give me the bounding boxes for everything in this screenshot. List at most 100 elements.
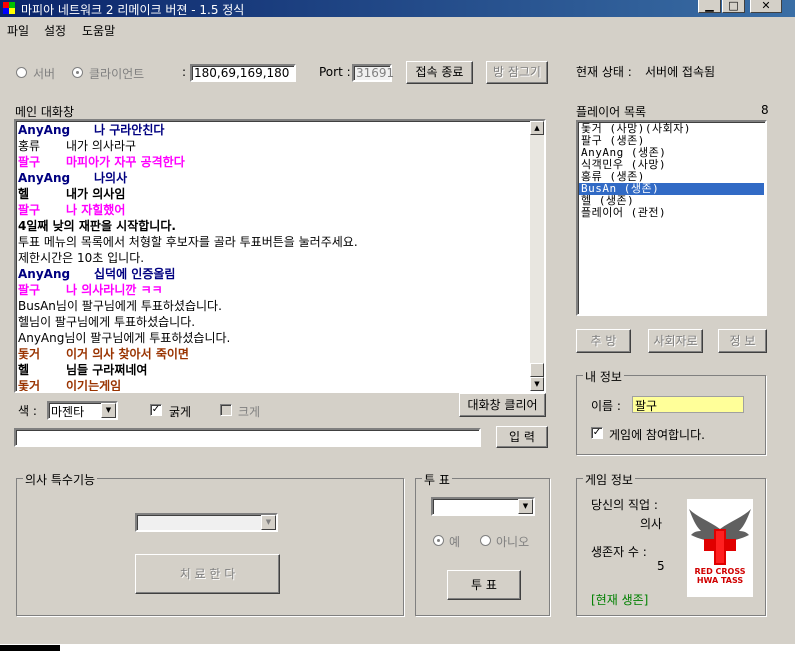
- maximize-button[interactable]: □: [722, 0, 745, 13]
- chat-speaker: 팔구: [18, 203, 41, 217]
- host-button[interactable]: 사회자로: [648, 329, 703, 353]
- chat-line: AnyAng 나의사: [17, 170, 528, 186]
- color-value: 마젠타: [51, 405, 85, 419]
- scroll-up-icon[interactable]: ▲: [530, 121, 544, 135]
- chat-line: AnyAng님이 팔구님에게 투표하셨습니다.: [17, 330, 528, 346]
- player-list-item[interactable]: 플레이어 (관전): [579, 207, 764, 219]
- chat-message: 이거 의사 찾아서 죽이면: [66, 347, 189, 361]
- game-info-title: 게임 정보: [583, 471, 635, 488]
- chat-message: 나 의사라니깐 ㅋㅋ: [66, 283, 163, 297]
- chat-message: 십덕에 인증올림: [94, 267, 176, 281]
- vote-button[interactable]: 투 표: [447, 570, 521, 600]
- ip-input[interactable]: 180,69,169,180: [190, 64, 296, 82]
- chat-message: 투표 메뉴의 목록에서 처형할 후보자를 골라 투표버튼을 눌러주세요.: [18, 235, 358, 249]
- chat-log[interactable]: AnyAng 나 구라안친다 홍류 내가 의사라구 팔구 마피아가 자꾸 공격한다 AnyA…: [14, 119, 546, 393]
- kick-button[interactable]: 추 방: [576, 329, 631, 353]
- doctor-title: 의사 특수기능: [23, 471, 98, 488]
- large-checkbox[interactable]: [220, 404, 232, 416]
- chat-line: 홍류 내가 의사라구: [17, 138, 528, 154]
- chat-input[interactable]: [14, 428, 481, 447]
- chat-line: 팔구 나 의사라니깐 ㅋㅋ: [17, 282, 528, 298]
- disconnect-button[interactable]: 접속 종료: [406, 61, 473, 84]
- vote-title: 투 표: [422, 471, 452, 488]
- server-radio[interactable]: [16, 67, 27, 78]
- name-field: 팔구: [632, 396, 744, 413]
- info-button[interactable]: 정 보: [718, 329, 767, 353]
- large-label: 크게: [238, 405, 261, 419]
- name-label: 이름 :: [591, 399, 621, 413]
- bold-checkbox[interactable]: ✓: [150, 404, 162, 416]
- chat-speaker: 헬: [18, 363, 30, 377]
- vote-no-radio[interactable]: [480, 535, 491, 546]
- participate-checkbox[interactable]: ✓: [591, 427, 603, 439]
- chat-line: 팔구 마피아가 자꾸 공격한다: [17, 154, 528, 170]
- title-bar[interactable]: 마피아 네트워크 2 리메이크 버젼 - 1.5 정식 ▁ □ ✕: [0, 0, 795, 17]
- menu-settings[interactable]: 설정: [44, 22, 66, 39]
- color-select[interactable]: 마젠타 ▼: [47, 401, 118, 420]
- status-strip: [0, 644, 795, 651]
- chat-line: 돛거 이거 의사 찾아서 죽이면: [17, 346, 528, 362]
- my-info-group: 내 정보 이름 : 팔구 ✓ 게임에 참여합니다.: [576, 368, 766, 455]
- job-label: 당신의 직업 :: [591, 498, 658, 512]
- chat-line: 헬 내가 의사임: [17, 186, 528, 202]
- red-cross-logo: RED CROSS HWA TASS: [687, 499, 753, 597]
- chat-speaker: AnyAng: [18, 123, 71, 137]
- chat-message: 나의사: [94, 171, 128, 185]
- participate-label: 게임에 참여합니다.: [609, 428, 705, 442]
- chat-line: BusAn님이 팔구님에게 투표하셨습니다.: [17, 298, 528, 314]
- chat-scrollbar[interactable]: ▲ ▼: [530, 121, 544, 391]
- lock-room-button[interactable]: 방 잠그기: [486, 61, 548, 84]
- vote-yes-radio[interactable]: [433, 535, 444, 546]
- chat-speaker: 헬: [18, 187, 30, 201]
- close-button[interactable]: ✕: [750, 0, 782, 13]
- chat-message: 님들 구라쩌네여: [66, 363, 148, 377]
- chat-lines: AnyAng 나 구라안친다 홍류 내가 의사라구 팔구 마피아가 자꾸 공격한다 AnyA…: [17, 122, 528, 393]
- clear-chat-button[interactable]: 대화창 클리어: [459, 393, 546, 417]
- chat-message: 4일째 낮의 재판을 시작합니다.: [18, 219, 176, 233]
- chat-message: 제한시간은 10초 입니다.: [18, 251, 145, 265]
- status-value: 서버에 접속됨: [645, 65, 716, 79]
- vote-yes-label: 예: [449, 535, 461, 549]
- job-value: 의사: [640, 517, 663, 531]
- scroll-thumb[interactable]: [530, 363, 544, 377]
- chat-message: BusAn님이 팔구님에게 투표하셨습니다.: [18, 299, 222, 313]
- minimize-button[interactable]: ▁: [698, 0, 721, 13]
- chat-message: 내가 의사라구: [66, 139, 137, 153]
- main-window: 마피아 네트워크 2 리메이크 버젼 - 1.5 정식 ▁ □ ✕ 파일 설정 …: [0, 0, 795, 651]
- survivors-value: 5: [657, 559, 665, 573]
- menu-help[interactable]: 도움말: [82, 22, 115, 39]
- chat-line: 제한시간은 10초 입니다.: [17, 250, 528, 266]
- chat-speaker: 홍류: [18, 139, 41, 153]
- client-radio[interactable]: [72, 67, 83, 78]
- chat-message: 마피아가 자꾸 공격한다: [66, 155, 185, 169]
- vote-target-select[interactable]: ▼: [431, 497, 535, 516]
- heal-button[interactable]: 치 료 한 다: [135, 554, 280, 594]
- menu-bar: 파일 설정 도움말: [0, 17, 795, 41]
- menu-file[interactable]: 파일: [7, 22, 29, 39]
- player-items: 돛거 (사망)(사회자) 팔구 (생존) AnyAng (생존) 식객민우 (사망) 홍…: [579, 123, 764, 219]
- scroll-down-icon[interactable]: ▼: [530, 377, 544, 391]
- chat-speaker: AnyAng: [18, 267, 71, 281]
- send-button[interactable]: 입 력: [496, 426, 548, 448]
- chat-message: 헬님이 팔구님에게 투표하셨습니다.: [18, 315, 196, 329]
- chat-message: 나 구라안친다: [94, 123, 165, 137]
- chat-line: 투표 메뉴의 목록에서 처형할 후보자를 골라 투표버튼을 눌러주세요.: [17, 234, 528, 250]
- chat-line: AnyAng 십덕에 인증올림: [17, 266, 528, 282]
- players-list[interactable]: 돛거 (사망)(사회자) 팔구 (생존) AnyAng (생존) 식객민우 (사망) 홍…: [576, 120, 767, 316]
- game-status: [현재 생존]: [591, 593, 649, 607]
- chevron-down-icon[interactable]: ▼: [261, 515, 276, 530]
- survivors-label: 생존자 수 :: [591, 545, 647, 559]
- chat-line: 4일째 낮의 재판을 시작합니다.: [17, 218, 528, 234]
- my-info-title: 내 정보: [583, 368, 624, 385]
- doctor-group: 의사 특수기능 ▼ 치 료 한 다: [16, 471, 404, 616]
- doctor-target-select[interactable]: ▼: [135, 513, 278, 532]
- chat-speaker: 팔구: [18, 283, 41, 297]
- chat-line: 팔구 나 자힐했어: [17, 202, 528, 218]
- client-label: 클라이언트: [89, 67, 145, 81]
- port-input[interactable]: 31691: [352, 64, 394, 82]
- chevron-down-icon[interactable]: ▼: [518, 499, 533, 514]
- chat-message: AnyAng님이 팔구님에게 투표하셨습니다.: [18, 331, 231, 345]
- chat-speaker: 돛거: [18, 379, 41, 393]
- game-info-group: 게임 정보 당신의 직업 : 의사 생존자 수 : 5 [현재 생존] RED …: [576, 471, 766, 616]
- chevron-down-icon[interactable]: ▼: [101, 403, 116, 418]
